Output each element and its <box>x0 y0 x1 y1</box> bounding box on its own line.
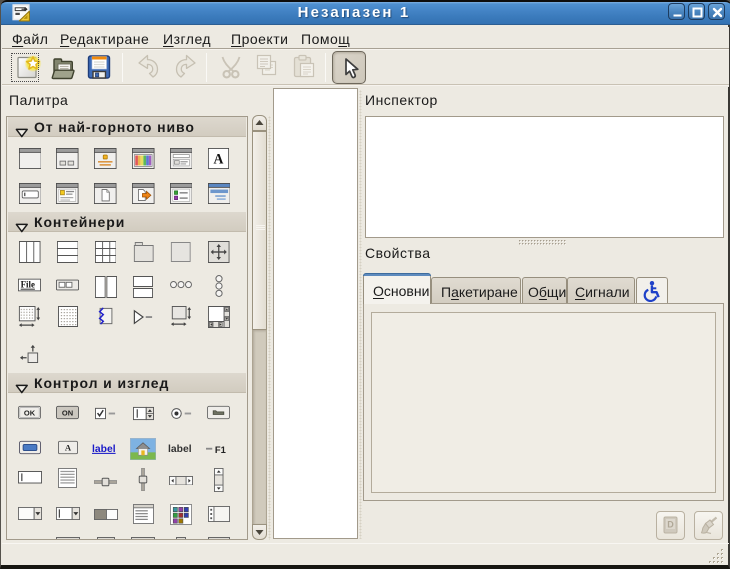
svg-text:A: A <box>214 151 225 168</box>
svg-text:F1: F1 <box>215 445 226 456</box>
svg-text:label: label <box>92 444 116 455</box>
svg-text:OK: OK <box>24 409 36 418</box>
svg-text:ON: ON <box>62 409 73 418</box>
svg-text:D: D <box>667 520 674 530</box>
svg-text:A: A <box>65 443 72 453</box>
svg-text:File: File <box>21 279 35 289</box>
svg-text:label: label <box>168 444 192 455</box>
